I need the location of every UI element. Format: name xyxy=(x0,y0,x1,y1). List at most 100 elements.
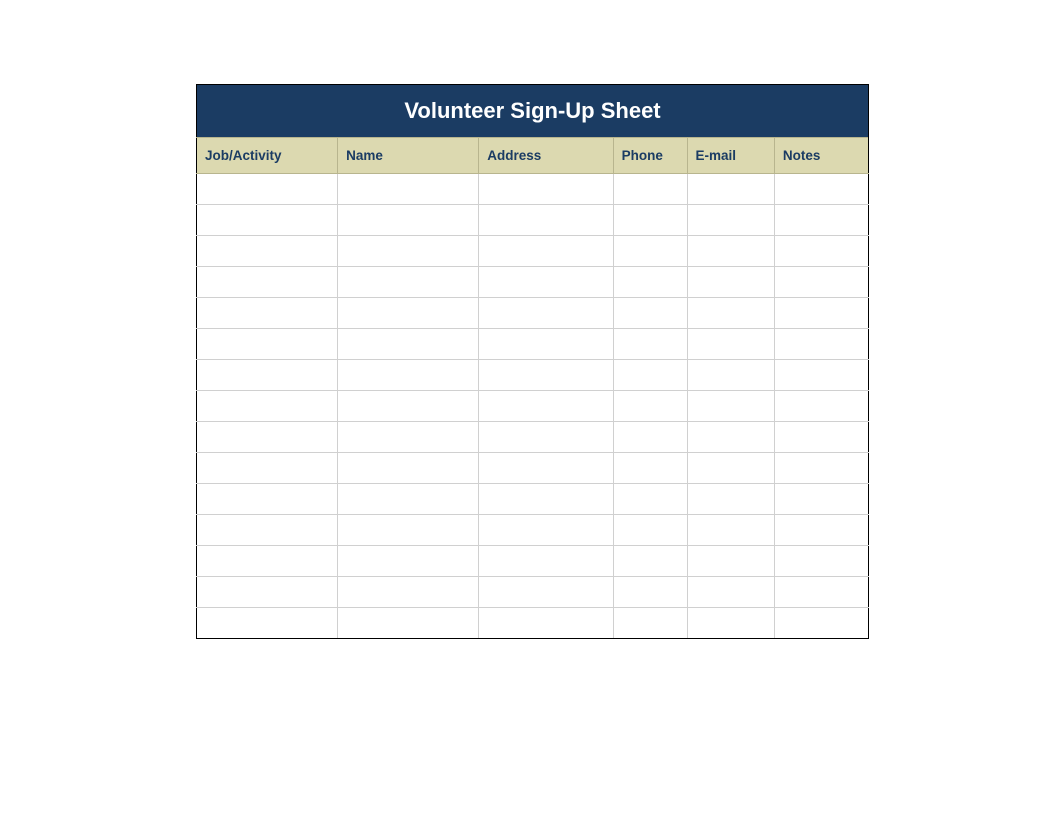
cell-address xyxy=(479,546,613,577)
cell-email xyxy=(687,267,774,298)
table-row xyxy=(197,577,869,608)
header-row: Job/Activity Name Address Phone E-mail N… xyxy=(197,138,869,174)
cell-email xyxy=(687,329,774,360)
cell-name xyxy=(338,546,479,577)
cell-job xyxy=(197,577,338,608)
table-row xyxy=(197,298,869,329)
cell-notes xyxy=(774,422,868,453)
cell-email xyxy=(687,236,774,267)
cell-address xyxy=(479,453,613,484)
cell-notes xyxy=(774,174,868,205)
col-header-phone: Phone xyxy=(613,138,687,174)
cell-phone xyxy=(613,267,687,298)
cell-notes xyxy=(774,515,868,546)
cell-job xyxy=(197,608,338,639)
cell-job xyxy=(197,329,338,360)
cell-notes xyxy=(774,484,868,515)
cell-phone xyxy=(613,453,687,484)
table-row xyxy=(197,546,869,577)
cell-address xyxy=(479,391,613,422)
table-body xyxy=(197,174,869,639)
cell-job xyxy=(197,515,338,546)
cell-job xyxy=(197,298,338,329)
table-row xyxy=(197,515,869,546)
cell-name xyxy=(338,329,479,360)
col-header-email: E-mail xyxy=(687,138,774,174)
cell-email xyxy=(687,484,774,515)
cell-name xyxy=(338,236,479,267)
cell-email xyxy=(687,205,774,236)
table-row xyxy=(197,267,869,298)
cell-address xyxy=(479,236,613,267)
cell-job xyxy=(197,484,338,515)
cell-email xyxy=(687,608,774,639)
table-row xyxy=(197,174,869,205)
cell-phone xyxy=(613,484,687,515)
cell-phone xyxy=(613,515,687,546)
cell-notes xyxy=(774,453,868,484)
table-row xyxy=(197,391,869,422)
cell-phone xyxy=(613,391,687,422)
cell-notes xyxy=(774,546,868,577)
cell-address xyxy=(479,608,613,639)
cell-email xyxy=(687,422,774,453)
cell-address xyxy=(479,484,613,515)
cell-notes xyxy=(774,577,868,608)
col-header-notes: Notes xyxy=(774,138,868,174)
table-row xyxy=(197,205,869,236)
cell-address xyxy=(479,267,613,298)
cell-name xyxy=(338,422,479,453)
cell-address xyxy=(479,515,613,546)
cell-name xyxy=(338,515,479,546)
cell-name xyxy=(338,298,479,329)
cell-phone xyxy=(613,360,687,391)
cell-email xyxy=(687,546,774,577)
table-row xyxy=(197,422,869,453)
title-bar: Volunteer Sign-Up Sheet xyxy=(196,84,869,137)
col-header-name: Name xyxy=(338,138,479,174)
cell-email xyxy=(687,298,774,329)
cell-address xyxy=(479,205,613,236)
cell-name xyxy=(338,174,479,205)
cell-name xyxy=(338,608,479,639)
cell-notes xyxy=(774,267,868,298)
cell-job xyxy=(197,360,338,391)
cell-phone xyxy=(613,577,687,608)
cell-notes xyxy=(774,236,868,267)
cell-address xyxy=(479,360,613,391)
table-row xyxy=(197,608,869,639)
cell-job xyxy=(197,174,338,205)
cell-job xyxy=(197,391,338,422)
table-row xyxy=(197,329,869,360)
cell-name xyxy=(338,577,479,608)
cell-email xyxy=(687,360,774,391)
cell-notes xyxy=(774,391,868,422)
cell-phone xyxy=(613,298,687,329)
cell-job xyxy=(197,236,338,267)
cell-email xyxy=(687,453,774,484)
cell-name xyxy=(338,360,479,391)
cell-email xyxy=(687,577,774,608)
cell-name xyxy=(338,391,479,422)
cell-notes xyxy=(774,205,868,236)
signup-table: Job/Activity Name Address Phone E-mail N… xyxy=(196,137,869,639)
cell-notes xyxy=(774,329,868,360)
cell-phone xyxy=(613,608,687,639)
table-row xyxy=(197,484,869,515)
cell-job xyxy=(197,422,338,453)
cell-name xyxy=(338,453,479,484)
cell-job xyxy=(197,546,338,577)
cell-name xyxy=(338,205,479,236)
cell-address xyxy=(479,298,613,329)
cell-phone xyxy=(613,205,687,236)
cell-name xyxy=(338,484,479,515)
cell-job xyxy=(197,453,338,484)
cell-phone xyxy=(613,329,687,360)
cell-phone xyxy=(613,422,687,453)
col-header-address: Address xyxy=(479,138,613,174)
cell-name xyxy=(338,267,479,298)
cell-job xyxy=(197,267,338,298)
cell-phone xyxy=(613,236,687,267)
table-row xyxy=(197,360,869,391)
cell-email xyxy=(687,391,774,422)
